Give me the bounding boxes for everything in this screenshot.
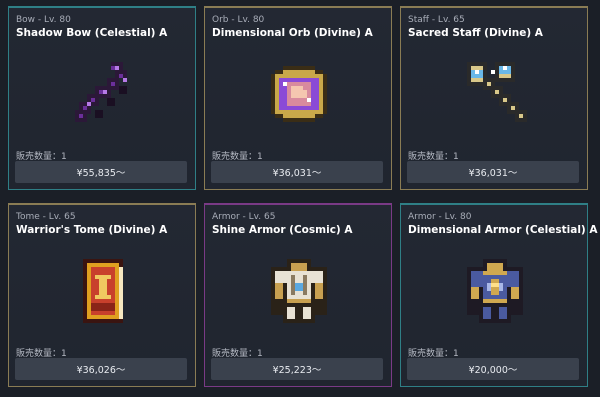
item-card[interactable]: Orb - Lv. 80 Dimensional Orb (Divine) A <box>204 6 392 190</box>
item-name: Warrior's Tome (Divine) A <box>16 224 168 236</box>
item-name: Shadow Bow (Celestial) A <box>16 27 168 39</box>
item-name: Dimensional Orb (Divine) A <box>212 27 373 39</box>
bow-icon <box>75 62 127 122</box>
item-grid: Bow - Lv. 80 Shadow Bow (Celestial) A 販売… <box>0 0 600 397</box>
armor-icon <box>467 259 523 323</box>
item-card[interactable]: Tome - Lv. 65 Warrior's Tome (Divine) A <box>8 203 196 387</box>
item-name: Sacred Staff (Divine) A <box>408 27 543 39</box>
price-button[interactable]: ¥25,223～ <box>211 358 383 380</box>
item-category: Tome - Lv. 65 <box>16 212 76 222</box>
staff-icon <box>467 62 527 122</box>
item-card[interactable]: Armor - Lv. 65 Shine Armor (Cosmic) A 販売… <box>204 203 392 387</box>
item-card[interactable]: Staff - Lv. 65 Sacred Staff (Divine) A 販… <box>400 6 588 190</box>
item-category: Staff - Lv. 65 <box>408 15 465 25</box>
price-button[interactable]: ¥36,031～ <box>407 161 579 183</box>
armor-icon <box>271 259 327 323</box>
price-button[interactable]: ¥36,026～ <box>15 358 187 380</box>
item-category: Armor - Lv. 80 <box>408 212 472 222</box>
price-button[interactable]: ¥36,031～ <box>211 161 383 183</box>
item-category: Armor - Lv. 65 <box>212 212 276 222</box>
item-card[interactable]: Bow - Lv. 80 Shadow Bow (Celestial) A 販売… <box>8 6 196 190</box>
item-name: Dimensional Armor (Celestial) A <box>408 224 598 236</box>
tome-icon <box>83 259 123 323</box>
orb-icon <box>271 66 327 122</box>
price-button[interactable]: ¥55,835～ <box>15 161 187 183</box>
price-button[interactable]: ¥20,000～ <box>407 358 579 380</box>
item-category: Bow - Lv. 80 <box>16 15 71 25</box>
item-category: Orb - Lv. 80 <box>212 15 265 25</box>
item-name: Shine Armor (Cosmic) A <box>212 224 353 236</box>
item-card[interactable]: Armor - Lv. 80 Dimensional Armor (Celest… <box>400 203 598 387</box>
